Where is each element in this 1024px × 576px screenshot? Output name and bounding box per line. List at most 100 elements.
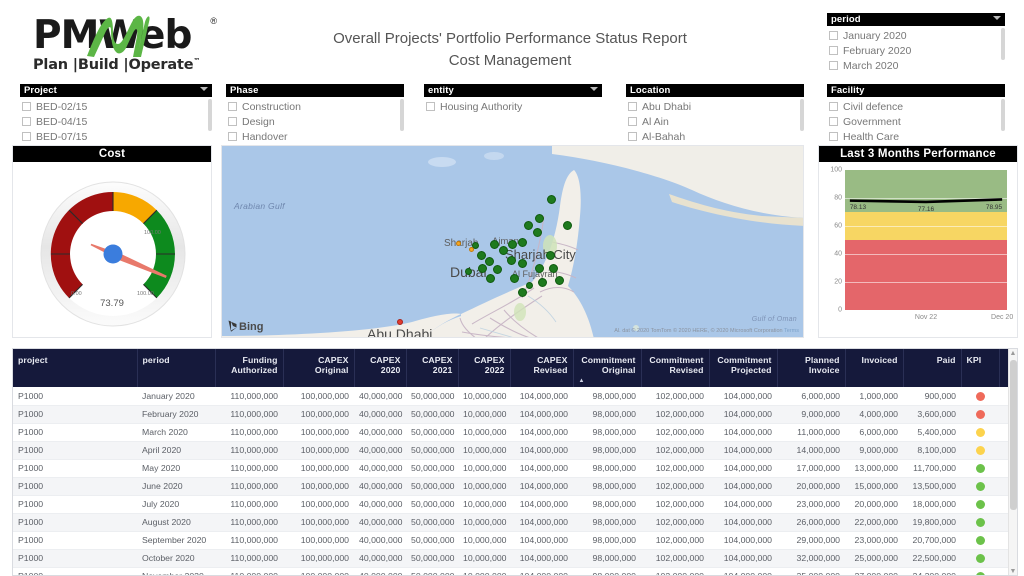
table-header-capex22[interactable]: CAPEX 2022 (458, 349, 510, 387)
table-row[interactable]: P1000April 2020110,000,000100,000,00040,… (13, 441, 1018, 459)
map-pin[interactable] (563, 221, 572, 230)
slicer-phase[interactable]: Phase Construction Design Handover (226, 84, 404, 144)
table-header-invoiced[interactable]: Invoiced (845, 349, 903, 387)
table-header-paid[interactable]: Paid (903, 349, 961, 387)
map-pin[interactable] (535, 214, 544, 223)
slicer-phase-header[interactable]: Phase (226, 84, 404, 97)
map-pin[interactable] (535, 264, 544, 273)
checkbox-icon[interactable] (228, 102, 237, 111)
checkbox-icon[interactable] (628, 117, 637, 126)
slicer-location-option[interactable]: Al Ain (626, 114, 804, 129)
map-pin[interactable] (533, 228, 542, 237)
bing-logo[interactable]: Bing (228, 320, 263, 333)
slicer-period-header[interactable]: period (827, 13, 1005, 26)
map-pin[interactable] (547, 195, 556, 204)
table-header-commo[interactable]: Commitment Original▲ (573, 349, 641, 387)
map-pin-warning[interactable] (469, 247, 474, 252)
slicer-facility[interactable]: Facility Civil defence Government Health… (827, 84, 1005, 144)
table-row[interactable]: P1000March 2020110,000,000100,000,00040,… (13, 423, 1018, 441)
map-pin[interactable] (490, 240, 499, 249)
slicer-location-scrollbar[interactable] (800, 99, 804, 131)
checkbox-icon[interactable] (829, 132, 838, 141)
checkbox-icon[interactable] (829, 117, 838, 126)
slicer-phase-option[interactable]: Handover (226, 129, 404, 144)
slicer-location-option[interactable]: Abu Dhabi (626, 99, 804, 114)
map-pin[interactable] (493, 265, 502, 274)
checkbox-icon[interactable] (628, 132, 637, 141)
map-pin[interactable] (518, 259, 527, 268)
table-row[interactable]: P1000October 2020110,000,000100,000,0004… (13, 549, 1018, 567)
scroll-down-icon[interactable]: ▼ (1009, 567, 1017, 576)
table-header-commr[interactable]: Commitment Revised (641, 349, 709, 387)
table-header-capex20[interactable]: CAPEX 2020 (354, 349, 406, 387)
map-pin[interactable] (526, 282, 533, 289)
checkbox-icon[interactable] (426, 102, 435, 111)
slicer-project-header[interactable]: Project (20, 84, 212, 97)
slicer-entity[interactable]: entity Housing Authority (424, 84, 602, 114)
slicer-facility-scrollbar[interactable] (1001, 99, 1005, 131)
table-scrollbar[interactable]: ▲ ▼ (1008, 349, 1017, 576)
map-pin-warning[interactable] (456, 241, 461, 246)
slicer-period-scrollbar[interactable] (1001, 28, 1005, 60)
slicer-project-option[interactable]: BED-07/15 (20, 129, 212, 144)
table-header-capexo[interactable]: CAPEX Original (283, 349, 354, 387)
scroll-up-icon[interactable]: ▲ (1009, 349, 1017, 359)
map-pin[interactable] (518, 288, 527, 297)
slicer-location[interactable]: Location Abu Dhabi Al Ain Al-Bahah (626, 84, 804, 144)
table-row[interactable]: P1000July 2020110,000,000100,000,00040,0… (13, 495, 1018, 513)
map-pin-critical[interactable] (397, 319, 403, 325)
table-row[interactable]: P1000May 2020110,000,000100,000,00040,00… (13, 459, 1018, 477)
checkbox-icon[interactable] (829, 102, 838, 111)
performance-chart-visual[interactable]: 100 80 60 40 20 0 78.13 77.16 78.95 (819, 162, 1017, 338)
chevron-down-icon[interactable] (993, 16, 1001, 20)
map-pin[interactable] (546, 251, 555, 260)
table-row[interactable]: P1000November 2020110,000,000100,000,000… (13, 567, 1018, 576)
map-pin[interactable] (508, 240, 517, 249)
checkbox-icon[interactable] (228, 132, 237, 141)
slicer-entity-option[interactable]: Housing Authority (424, 99, 602, 114)
map-pin[interactable] (485, 257, 494, 266)
map-pin[interactable] (499, 246, 508, 255)
slicer-location-option[interactable]: Al-Bahah (626, 129, 804, 144)
slicer-project-scrollbar[interactable] (208, 99, 212, 131)
map-pin[interactable] (486, 274, 495, 283)
table-header-kpi[interactable]: KPI (961, 349, 999, 387)
checkbox-icon[interactable] (829, 31, 838, 40)
slicer-period-option[interactable]: March 2020 (827, 58, 1005, 73)
map-pin[interactable] (555, 276, 564, 285)
table-header-funding[interactable]: Funding Authorized (215, 349, 283, 387)
map-pin[interactable] (524, 221, 533, 230)
table-row[interactable]: P1000August 2020110,000,000100,000,00040… (13, 513, 1018, 531)
projects-map-card[interactable]: Arabian Gulf Gulf of Oman Sharjah Ajman … (221, 145, 804, 338)
slicer-project-option[interactable]: BED-04/15 (20, 114, 212, 129)
map-pin[interactable] (465, 268, 472, 275)
checkbox-icon[interactable] (228, 117, 237, 126)
bing-map[interactable]: Arabian Gulf Gulf of Oman Sharjah Ajman … (222, 146, 803, 337)
table-header-period[interactable]: period (137, 349, 215, 387)
checkbox-icon[interactable] (829, 46, 838, 55)
chevron-down-icon[interactable] (200, 87, 208, 91)
slicer-facility-header[interactable]: Facility (827, 84, 1005, 97)
table-header-project[interactable]: project (13, 349, 137, 387)
table-header-commp[interactable]: Commitment Projected (709, 349, 777, 387)
checkbox-icon[interactable] (22, 132, 31, 141)
checkbox-icon[interactable] (22, 117, 31, 126)
cost-management-table[interactable]: projectperiodFunding AuthorizedCAPEX Ori… (12, 348, 1018, 576)
table-row[interactable]: P1000February 2020110,000,000100,000,000… (13, 405, 1018, 423)
slicer-entity-header[interactable]: entity (424, 84, 602, 97)
slicer-period-option[interactable]: February 2020 (827, 43, 1005, 58)
slicer-phase-option[interactable]: Design (226, 114, 404, 129)
map-pin[interactable] (538, 278, 547, 287)
map-pin[interactable] (549, 264, 558, 273)
table-header-capexr[interactable]: CAPEX Revised (510, 349, 573, 387)
table-row[interactable]: P1000January 2020110,000,000100,000,0004… (13, 387, 1018, 405)
slicer-facility-option[interactable]: Health Care (827, 129, 1005, 144)
map-terms-link[interactable]: Terms (784, 328, 799, 334)
slicer-period[interactable]: period January 2020 February 2020 March … (827, 13, 1005, 73)
slicer-period-option[interactable]: January 2020 (827, 28, 1005, 43)
slicer-facility-option[interactable]: Government (827, 114, 1005, 129)
map-pin[interactable] (478, 264, 487, 273)
chevron-down-icon[interactable] (590, 87, 598, 91)
slicer-facility-option[interactable]: Civil defence (827, 99, 1005, 114)
slicer-project[interactable]: Project BED-02/15 BED-04/15 BED-07/15 (20, 84, 212, 144)
